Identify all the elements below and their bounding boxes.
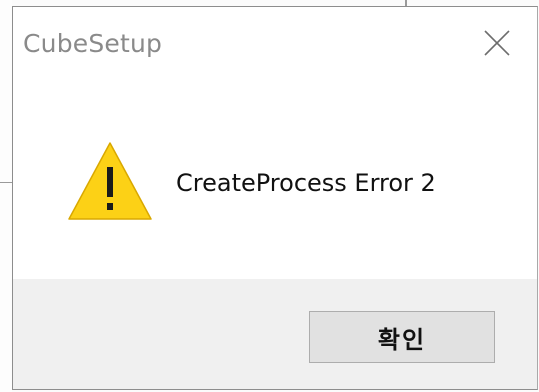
title-bar: CubeSetup bbox=[13, 7, 537, 79]
background-divider bbox=[0, 182, 12, 183]
button-bar: 확인 bbox=[13, 279, 537, 389]
dialog-content: CreateProcess Error 2 bbox=[13, 79, 537, 279]
window-title: CubeSetup bbox=[23, 29, 163, 58]
message-dialog: CubeSetup CreateProcess Error 2 확인 bbox=[12, 6, 538, 390]
error-message: CreateProcess Error 2 bbox=[176, 169, 436, 197]
ok-button[interactable]: 확인 bbox=[309, 311, 495, 363]
close-icon bbox=[484, 30, 510, 56]
close-button[interactable] bbox=[457, 7, 537, 79]
background-window-edge bbox=[0, 0, 12, 392]
warning-icon bbox=[68, 142, 152, 220]
ok-button-label: 확인 bbox=[377, 325, 427, 354]
